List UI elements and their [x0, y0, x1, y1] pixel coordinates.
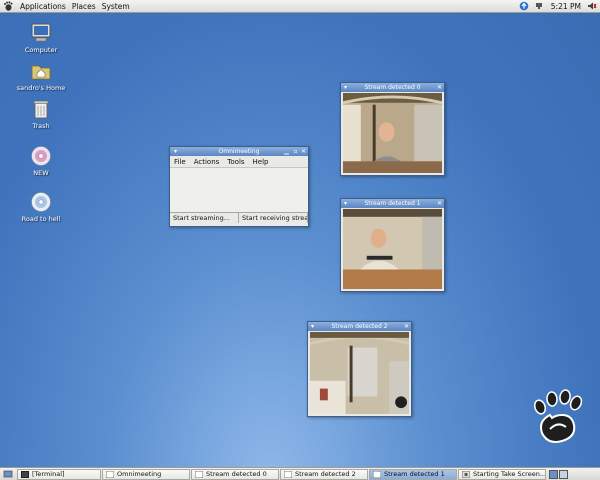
menu-applications[interactable]: Applications [17, 2, 69, 11]
workspace-switcher[interactable] [549, 469, 568, 479]
omnimeeting-content [170, 168, 308, 212]
window-title: Omnimeeting [218, 148, 260, 155]
cd-icon [31, 192, 51, 212]
trash-icon [33, 100, 49, 119]
omnimeeting-menubar: File Actions Tools Help [170, 156, 308, 168]
close-icon[interactable]: ✕ [436, 200, 443, 207]
desktop-icon-label: Computer [24, 46, 58, 54]
webcam-image [310, 332, 409, 414]
taskbar-item-omnimeeting[interactable]: Omnimeeting [102, 468, 190, 480]
video-stream-0 [343, 93, 442, 173]
status-receiving: Start receiving stream [239, 213, 308, 223]
taskbar-item-label: Starting Take Screen... [473, 470, 546, 478]
top-panel: Applications Places System 5:21 PM [0, 0, 600, 13]
menu-tools[interactable]: Tools [223, 158, 248, 166]
taskbar-item-label: Stream detected 2 [295, 470, 356, 478]
menu-system[interactable]: System [99, 2, 133, 11]
minimize-icon[interactable]: ▁ [283, 148, 290, 155]
show-desktop-icon[interactable] [3, 469, 13, 479]
bottom-panel: [Terminal] Omnimeeting Stream detected 0… [0, 467, 600, 480]
desktop-icon-computer[interactable]: Computer [11, 22, 71, 54]
computer-icon [31, 23, 51, 42]
taskbar-item-label: [Terminal] [32, 470, 65, 478]
maximize-icon[interactable]: ▫ [292, 148, 299, 155]
desktop-icon-trash[interactable]: Trash [11, 98, 71, 130]
window-icon [284, 470, 292, 478]
cd-icon [31, 146, 51, 166]
video-stream-2 [310, 332, 409, 414]
terminal-icon [21, 470, 29, 478]
gnome-logo-icon [533, 389, 583, 443]
taskbar-item-terminal[interactable]: [Terminal] [17, 468, 101, 480]
window-title: Stream detected 2 [331, 323, 388, 330]
webcam-image [343, 93, 442, 173]
desktop-icon-new[interactable]: NEW [11, 145, 71, 177]
volume-icon[interactable] [587, 1, 597, 11]
stream-titlebar[interactable]: ▾ Stream detected 0 ✕ [341, 83, 444, 92]
workspace-2[interactable] [559, 469, 568, 479]
clock[interactable]: 5:21 PM [551, 2, 581, 11]
desktop-icon-label: Road to hell [21, 215, 61, 223]
update-notifier-icon[interactable] [519, 1, 529, 11]
taskbar-item-stream-1[interactable]: Stream detected 1 [369, 468, 457, 480]
menu-file[interactable]: File [170, 158, 190, 166]
window-menu-icon[interactable]: ▾ [172, 148, 179, 155]
omnimeeting-statusbar: Start streaming... Start receiving strea… [170, 212, 308, 223]
screenshot-icon [462, 470, 470, 478]
network-icon[interactable] [535, 1, 545, 11]
window-title: Stream detected 0 [364, 84, 421, 91]
close-icon[interactable]: ✕ [436, 84, 443, 91]
status-streaming: Start streaming... [170, 213, 239, 223]
omnimeeting-window: ▾ Omnimeeting ▁ ▫ ✕ File Actions Tools H… [169, 146, 309, 227]
taskbar-item-label: Stream detected 1 [384, 470, 445, 478]
taskbar-item-label: Stream detected 0 [206, 470, 267, 478]
window-menu-icon[interactable]: ▾ [342, 200, 349, 207]
desktop-icon-label: Trash [32, 122, 50, 130]
taskbar-item-take-screenshot[interactable]: Starting Take Screen... [458, 468, 546, 480]
stream-window-1: ▾ Stream detected 1 ✕ [340, 198, 445, 292]
desktop-icon-label: sandro's Home [16, 84, 66, 92]
window-icon [195, 470, 203, 478]
desktop-icon-road-to-hell[interactable]: Road to hell [11, 191, 71, 223]
taskbar-item-label: Omnimeeting [117, 470, 162, 478]
close-icon[interactable]: ✕ [403, 323, 410, 330]
webcam-image [343, 209, 442, 289]
window-menu-icon[interactable]: ▾ [342, 84, 349, 91]
stream-window-2: ▾ Stream detected 2 ✕ [307, 321, 412, 417]
window-icon [373, 470, 381, 478]
window-menu-icon[interactable]: ▾ [309, 323, 316, 330]
gnome-menu-icon[interactable] [3, 1, 13, 11]
video-stream-1 [343, 209, 442, 289]
close-icon[interactable]: ✕ [300, 148, 307, 155]
window-title: Stream detected 1 [364, 200, 421, 207]
workspace-1[interactable] [549, 469, 558, 479]
menu-help[interactable]: Help [249, 158, 273, 166]
menu-actions[interactable]: Actions [190, 158, 224, 166]
taskbar-item-stream-0[interactable]: Stream detected 0 [191, 468, 279, 480]
menu-places[interactable]: Places [69, 2, 99, 11]
stream-titlebar[interactable]: ▾ Stream detected 1 ✕ [341, 199, 444, 208]
taskbar-item-stream-2[interactable]: Stream detected 2 [280, 468, 368, 480]
stream-titlebar[interactable]: ▾ Stream detected 2 ✕ [308, 322, 411, 331]
home-folder-icon [31, 65, 51, 80]
desktop-icon-home[interactable]: sandro's Home [11, 60, 71, 92]
window-icon [106, 470, 114, 478]
omnimeeting-titlebar[interactable]: ▾ Omnimeeting ▁ ▫ ✕ [170, 147, 308, 156]
desktop-icon-label: NEW [33, 169, 49, 177]
system-tray: 5:21 PM [516, 0, 600, 13]
stream-window-0: ▾ Stream detected 0 ✕ [340, 82, 445, 176]
